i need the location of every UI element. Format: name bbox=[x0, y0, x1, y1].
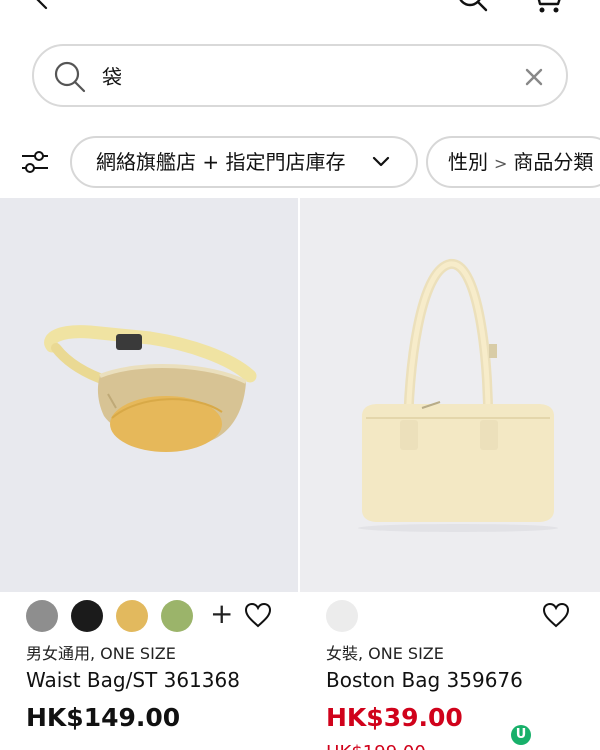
heart-icon[interactable] bbox=[542, 602, 570, 628]
waist-bag-image bbox=[44, 325, 257, 452]
top-bar bbox=[0, 0, 600, 22]
product-image[interactable] bbox=[0, 198, 298, 592]
category-filter-label: 商品分類 bbox=[513, 150, 594, 174]
u-logo-icon: U bbox=[511, 725, 531, 745]
back-icon[interactable] bbox=[30, 0, 52, 10]
heart-icon[interactable] bbox=[244, 602, 272, 628]
color-swatch-black[interactable] bbox=[71, 600, 103, 632]
product-meta: 女裝, ONE SIZE bbox=[326, 644, 444, 663]
original-price: HK$199.00 bbox=[326, 742, 426, 750]
product-price: HK$149.00 bbox=[26, 703, 181, 732]
store-filter-label: 網絡旗艦店 + 指定門店庫存 bbox=[96, 150, 346, 174]
color-swatch-white[interactable] bbox=[326, 600, 358, 632]
sliders-icon[interactable] bbox=[20, 148, 50, 176]
product-name[interactable]: Boston Bag 359676 bbox=[326, 668, 523, 692]
color-swatch-yellow[interactable] bbox=[116, 600, 148, 632]
product-card[interactable]: + 男女通用, ONE SIZE Waist Bag/ST 361368 HK$… bbox=[0, 198, 298, 750]
gender-category-filter[interactable]: 性別 > 商品分類 bbox=[426, 136, 600, 188]
product-name[interactable]: Waist Bag/ST 361368 bbox=[26, 668, 240, 692]
cart-icon[interactable] bbox=[528, 0, 564, 14]
color-swatch-green[interactable] bbox=[161, 600, 193, 632]
product-card[interactable]: 女裝, ONE SIZE Boston Bag 359676 HK$39.00 … bbox=[300, 198, 600, 750]
product-grid: + 男女通用, ONE SIZE Waist Bag/ST 361368 HK$… bbox=[0, 198, 600, 750]
product-image[interactable] bbox=[300, 198, 600, 592]
search-icon[interactable] bbox=[455, 0, 489, 14]
chevron-down-icon bbox=[372, 156, 390, 167]
breadcrumb-separator: > bbox=[494, 154, 508, 173]
store-filter-dropdown[interactable]: 網絡旗艦店 + 指定門店庫存 bbox=[70, 136, 418, 188]
boston-bag-image bbox=[358, 259, 558, 532]
search-input[interactable]: 袋 bbox=[32, 44, 568, 107]
product-meta: 男女通用, ONE SIZE bbox=[26, 644, 176, 663]
gender-filter-label: 性別 bbox=[448, 150, 488, 174]
search-query[interactable]: 袋 bbox=[102, 62, 122, 92]
color-swatch-gray[interactable] bbox=[26, 600, 58, 632]
more-colors-indicator: + bbox=[210, 597, 234, 630]
search-icon bbox=[54, 61, 86, 93]
filter-row: 網絡旗艦店 + 指定門店庫存 性別 > 商品分類 bbox=[0, 136, 600, 188]
sale-price: HK$39.00 bbox=[326, 703, 463, 732]
close-icon[interactable] bbox=[524, 67, 544, 87]
